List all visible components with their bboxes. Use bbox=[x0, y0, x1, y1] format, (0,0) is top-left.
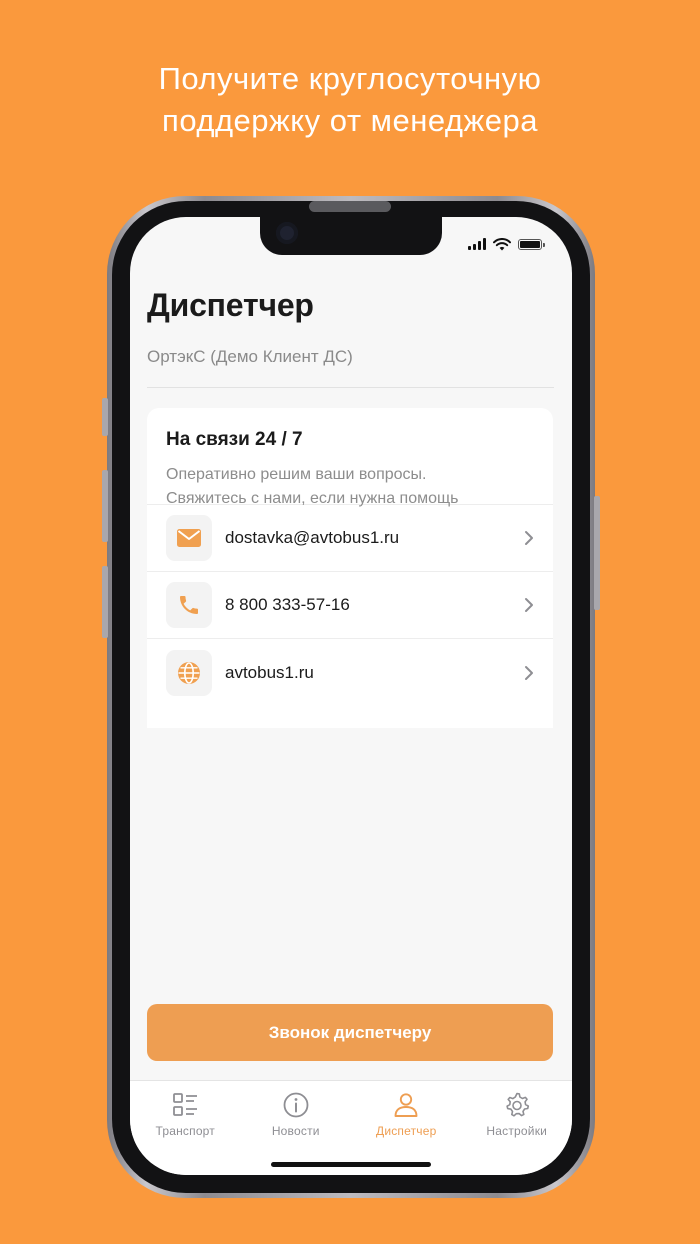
signal-icon bbox=[468, 238, 486, 250]
home-indicator[interactable] bbox=[271, 1162, 431, 1167]
page-title: Диспетчер bbox=[147, 287, 314, 323]
contact-row-website[interactable]: avtobus1.ru bbox=[147, 639, 553, 707]
call-dispatcher-button[interactable]: Звонок диспетчеру bbox=[147, 1004, 553, 1061]
phone-icon bbox=[166, 582, 212, 628]
contact-row-phone[interactable]: 8 800 333-57-16 bbox=[147, 572, 553, 639]
contact-card-description: Оперативно решим ваши вопросы. Свяжитесь… bbox=[166, 463, 534, 511]
chevron-right-icon bbox=[525, 598, 533, 612]
promo-line-1: Получите круглосуточную bbox=[158, 61, 542, 96]
mail-icon bbox=[166, 515, 212, 561]
camera-icon bbox=[276, 222, 298, 244]
person-icon bbox=[394, 1093, 418, 1117]
promo-headline: Получите круглосуточную поддержку от мен… bbox=[0, 58, 700, 142]
tab-transport[interactable]: Транспорт bbox=[130, 1081, 241, 1175]
gear-icon bbox=[506, 1092, 529, 1117]
notch bbox=[260, 217, 442, 255]
chevron-right-icon bbox=[525, 666, 533, 680]
battery-icon bbox=[518, 238, 545, 250]
phone-volume-down bbox=[102, 566, 108, 638]
promo-line-2: поддержку от менеджера bbox=[162, 103, 538, 138]
contact-row-email[interactable]: dostavka@avtobus1.ru bbox=[147, 505, 553, 572]
tab-label: Диспетчер bbox=[376, 1124, 437, 1138]
phone-text: 8 800 333-57-16 bbox=[225, 595, 350, 614]
tab-settings[interactable]: Настройки bbox=[462, 1081, 573, 1175]
contact-card: На связи 24 / 7 Оперативно решим ваши во… bbox=[147, 408, 553, 728]
tab-bar: Транспорт Новости Диспетчер Настройки bbox=[130, 1080, 572, 1175]
website-text: avtobus1.ru bbox=[225, 663, 314, 682]
phone-power-button bbox=[594, 496, 600, 610]
tab-label: Транспорт bbox=[155, 1124, 215, 1138]
tab-dispatcher[interactable]: Диспетчер bbox=[351, 1081, 462, 1175]
contact-card-header: На связи 24 / 7 Оперативно решим ваши во… bbox=[147, 408, 553, 507]
list-icon bbox=[173, 1093, 198, 1116]
globe-icon bbox=[166, 650, 212, 696]
tab-news[interactable]: Новости bbox=[241, 1081, 352, 1175]
description-line-1: Оперативно решим ваши вопросы. bbox=[166, 466, 427, 483]
status-bar bbox=[468, 237, 545, 251]
tab-label: Новости bbox=[271, 1124, 320, 1138]
contact-card-title: На связи 24 / 7 bbox=[166, 429, 303, 450]
phone-screen: Диспетчер ОртэкС (Демо Клиент ДС) На свя… bbox=[130, 217, 572, 1175]
tab-label: Настройки bbox=[486, 1124, 548, 1138]
company-name: ОртэкС (Демо Клиент ДС) bbox=[147, 347, 353, 366]
info-icon bbox=[283, 1092, 309, 1118]
phone-silent-switch bbox=[102, 398, 108, 436]
wifi-icon bbox=[493, 237, 511, 250]
divider bbox=[147, 387, 554, 388]
email-text: dostavka@avtobus1.ru bbox=[225, 528, 400, 547]
chevron-right-icon bbox=[525, 531, 533, 545]
phone-speaker bbox=[309, 201, 391, 212]
phone-volume-up bbox=[102, 470, 108, 542]
